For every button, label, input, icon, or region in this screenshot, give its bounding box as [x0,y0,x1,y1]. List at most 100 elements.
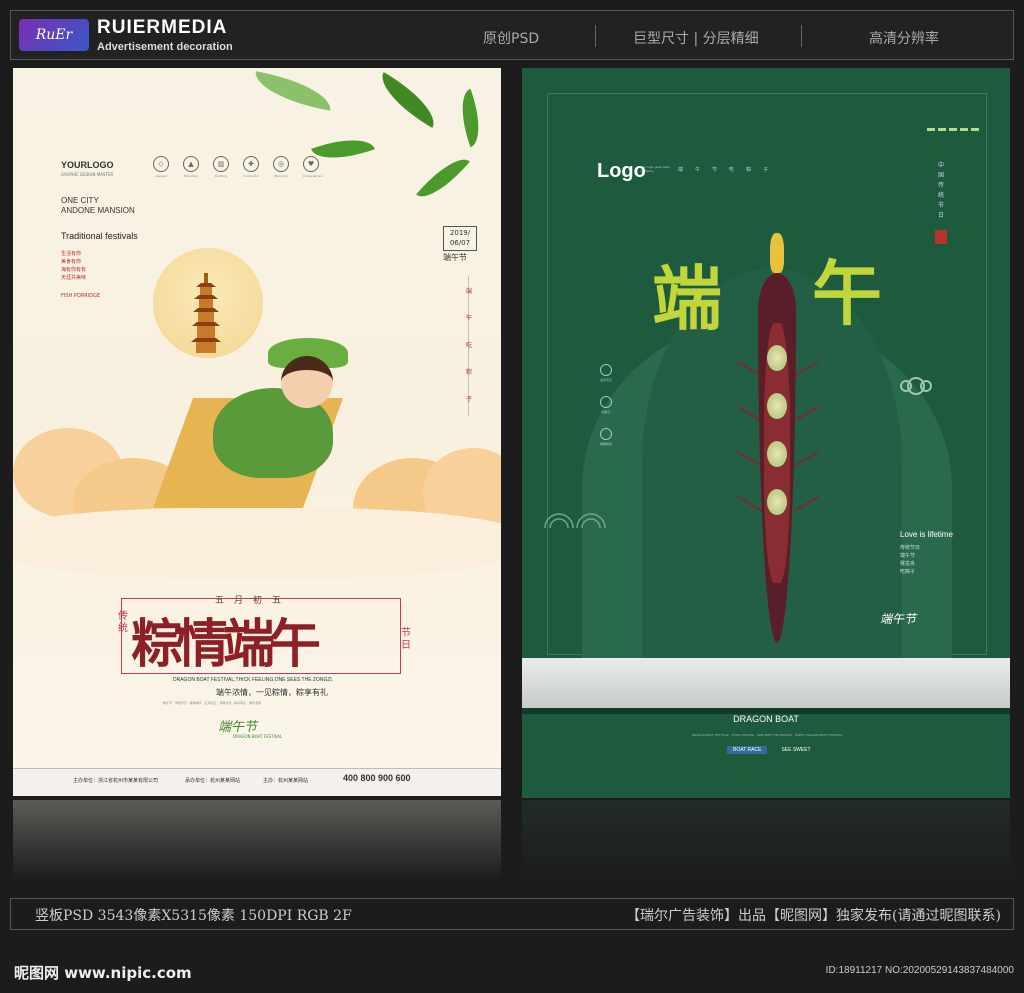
footer-bar: 竖板PSD 3543像素X5315像素 150DPI RGB 2F 【瑞尔广告装… [10,898,1014,930]
publisher-text: 【瑞尔广告装饰】出品【昵图网】独家发布(请通过昵图联系) [626,908,1001,924]
red-line: 美食有你 [61,259,82,265]
left-reflection [13,800,501,880]
right-logo: Logo [597,160,646,182]
top-char: 子 [763,167,769,173]
see-sweet-button: SEE SWEET [781,747,811,753]
header-item-resolution: 高清分辨率 [869,31,939,47]
header-item-psd: 原创PSD [483,31,540,47]
icon-label: 龙舟节日 [599,378,612,382]
duanwu-logo: 端午节 [218,720,258,735]
traditional-festivals: Traditional festivals [61,231,138,241]
vertical-char: 粽 [465,369,472,376]
city-line: ONE CITY [61,196,99,205]
brand-name: RUIERMEDIA [97,17,228,38]
love-line: 传统节日 [900,545,921,551]
icon-label: Mountain [184,174,198,178]
button-row: BOAT RACE SEE SWEET [727,746,817,754]
vertical-char: 端 [465,288,472,295]
love-line: 赛龙舟 [900,561,916,567]
sachet-icon [600,428,612,440]
seal-stamp [935,230,947,244]
apparel-icon: ◇ [153,156,169,172]
red-lines: 生活有你 美食有你 海有你有有 天涯共美味 [61,250,121,282]
date-box: 2019/ 06/07 [443,226,477,251]
kindergarten-icon: ♥ [303,156,319,172]
poster-footer: 主办单位：浙江省杭州市某某有限公司 承办单位：杭州某某网站 主办：杭州某某网站 … [13,768,501,796]
love-lines: 传统节日 端午节 赛龙舟 吃粽子 [900,544,940,576]
jie-ri-label: 节日 [401,628,411,651]
header-item-size: 巨型尺寸 | 分层精细 [633,31,759,47]
boat-race-button: BOAT RACE [727,746,768,754]
footer-item: 主办单位：浙江省杭州市某某有限公司 [73,778,159,784]
top-char: 粽 [746,167,752,173]
dash [927,128,935,131]
dash-decoration [927,128,979,131]
tiny-text: DRAGON BOAT FESTIVAL · THICK FEELING · O… [691,733,843,737]
header-separator [801,25,802,47]
duanwu-logo-sub: DRAGON BOAT FESTIVAL [233,734,283,739]
right-logo-small: Your logo goes here company [640,165,670,173]
zongzi [767,441,787,467]
vertical-char: 子 [465,396,472,403]
zongzi [767,393,787,419]
date-line: 2019/ [449,229,471,237]
left-icons: 龙舟节日 吃粽子 佩戴香包 [598,364,614,446]
left-icon-row: ◇ Apparel ▲ Mountain ▥ Building ✚ Contractor… [153,156,323,178]
tiny-text: 端午节 · 传统节日 · 粽情端午 · 五月初五 · 传承文化 · 粽享有礼 ·… [163,701,262,705]
header-separator [595,25,596,47]
vertical-char: 吃 [465,342,472,349]
wave-ornament [544,513,606,529]
dash [960,128,968,131]
child-illustration [281,356,333,408]
top-char: 端 [678,167,684,173]
left-logo: YOURLOGO [61,160,114,170]
zongzi [767,345,787,371]
english-tagline: DRAGON BOAT FESTIVAL,THICK FEELING,ONE S… [173,677,334,683]
zongzi-icon [600,396,612,408]
pagoda-illustration [191,273,221,353]
red-line: 天涯共美味 [61,275,87,281]
left-poster: YOURLOGO GRAPHIC DESIGN MASTER ◇ Apparel … [13,68,501,796]
left-logo-sub: GRAPHIC DESIGN MASTER [61,172,114,177]
phone-number: 400 800 900 600 [343,773,411,783]
mountain-icon: ▲ [183,156,199,172]
brand-subtitle: Advertisement decoration [97,41,233,53]
duanwu-label: 端午节 [443,253,467,262]
love-line: 端午节 [900,553,916,559]
top-char: 节 [712,167,718,173]
image-id: ID:18911217 NO:20200529143837484000 [825,965,1014,976]
cloud-base [13,508,501,578]
vertical-char: 午 [465,315,472,322]
footer-item: 主办：杭州某某网站 [263,778,309,784]
icon-label: Building [214,174,228,178]
icon-label: Planning [274,174,288,178]
duanwu-logo: 端午节 [880,612,917,626]
vertical-title: 中国传统节日 [938,162,945,219]
top-char: 午 [695,167,701,173]
boat-interior [764,323,790,583]
contractor-icon: ✚ [243,156,259,172]
love-line: 吃粽子 [900,569,916,575]
icon-label: Kindergarten [303,174,323,178]
top-char: 吃 [729,167,735,173]
poster-subtitle: 端午浓情，一见粽情，粽享有礼 [216,688,328,697]
city-line: ANDONE MANSION [61,206,135,215]
right-reflection [522,800,1010,880]
planning-icon: ◎ [273,156,289,172]
duan-character: 端 [652,258,722,340]
icon-label: 吃粽子 [601,410,611,414]
poster-title: 粽情端午 [131,614,321,675]
red-line: 海有你有有 [61,267,87,273]
fish-porridge: FISH PORRIDGE [61,293,101,299]
footer-item: 承办单位：杭州某某网站 [185,778,241,784]
leaf-decoration [251,71,335,111]
band-title: DRAGON BOAT [733,714,799,724]
knot-ornament [900,377,932,395]
wu-character: 午 [812,253,882,335]
icon-label: Apparel [155,174,167,178]
dragon-head [770,233,784,273]
icon-label: Contractor [243,174,259,178]
top-chars: 端 午 节 吃 粽 子 [678,166,768,173]
silver-band [522,658,1010,708]
chuan-tong-label: 传统 [118,611,128,634]
